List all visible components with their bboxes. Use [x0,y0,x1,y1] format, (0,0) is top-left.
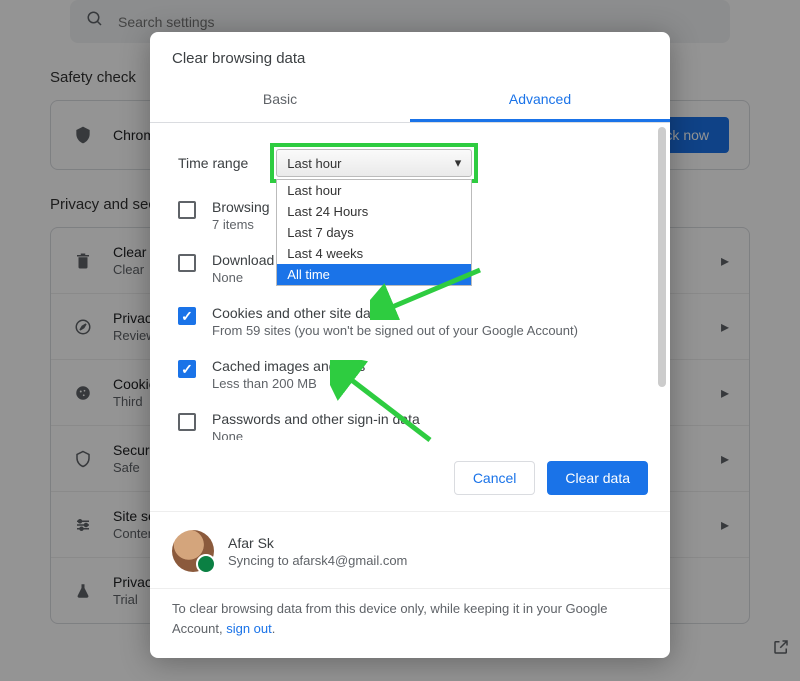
option-last-4-weeks[interactable]: Last 4 weeks [277,243,471,264]
item-cached: Cached images and filesLess than 200 MB [168,348,652,401]
profile-name: Afar Sk [228,535,407,551]
checkbox-passwords[interactable] [178,413,196,431]
tab-basic[interactable]: Basic [150,81,410,122]
option-all-time[interactable]: All time [277,264,471,285]
avatar [172,530,214,572]
dropdown-value: Last hour [287,156,341,171]
checkbox-cookies[interactable] [178,307,196,325]
time-range-row: Time range Last hour ▾ Last hour Last 24… [168,137,652,189]
time-range-options: Last hour Last 24 Hours Last 7 days Last… [276,179,472,286]
options-scroll-area: Time range Last hour ▾ Last hour Last 24… [150,123,670,440]
time-range-label: Time range [178,155,248,171]
checkbox-browsing-history[interactable] [178,201,196,219]
dialog-actions: Cancel Clear data [150,440,670,511]
sign-out-link[interactable]: sign out [226,621,272,636]
item-cookies: Cookies and other site dataFrom 59 sites… [168,295,652,348]
profile-row: Afar Sk Syncing to afarsk4@gmail.com [150,511,670,582]
tab-advanced[interactable]: Advanced [410,81,670,122]
clear-browsing-data-dialog: Clear browsing data Basic Advanced Time … [150,32,670,658]
scrollbar[interactable] [658,127,666,387]
checkbox-cached[interactable] [178,360,196,378]
time-range-highlight: Last hour ▾ Last hour Last 24 Hours Last… [270,143,478,183]
checkbox-download-history[interactable] [178,254,196,272]
tabs: Basic Advanced [150,81,670,123]
chevron-down-icon: ▾ [455,155,462,171]
footer-note: To clear browsing data from this device … [150,588,670,658]
profile-sync-status: Syncing to afarsk4@gmail.com [228,553,407,568]
cancel-button[interactable]: Cancel [454,461,536,495]
item-passwords: Passwords and other sign-in dataNone [168,401,652,440]
dialog-title: Clear browsing data [150,32,670,81]
option-last-7-days[interactable]: Last 7 days [277,222,471,243]
time-range-dropdown[interactable]: Last hour ▾ [276,149,472,177]
option-last-hour[interactable]: Last hour [277,180,471,201]
clear-data-button[interactable]: Clear data [547,461,648,495]
option-last-24-hours[interactable]: Last 24 Hours [277,201,471,222]
